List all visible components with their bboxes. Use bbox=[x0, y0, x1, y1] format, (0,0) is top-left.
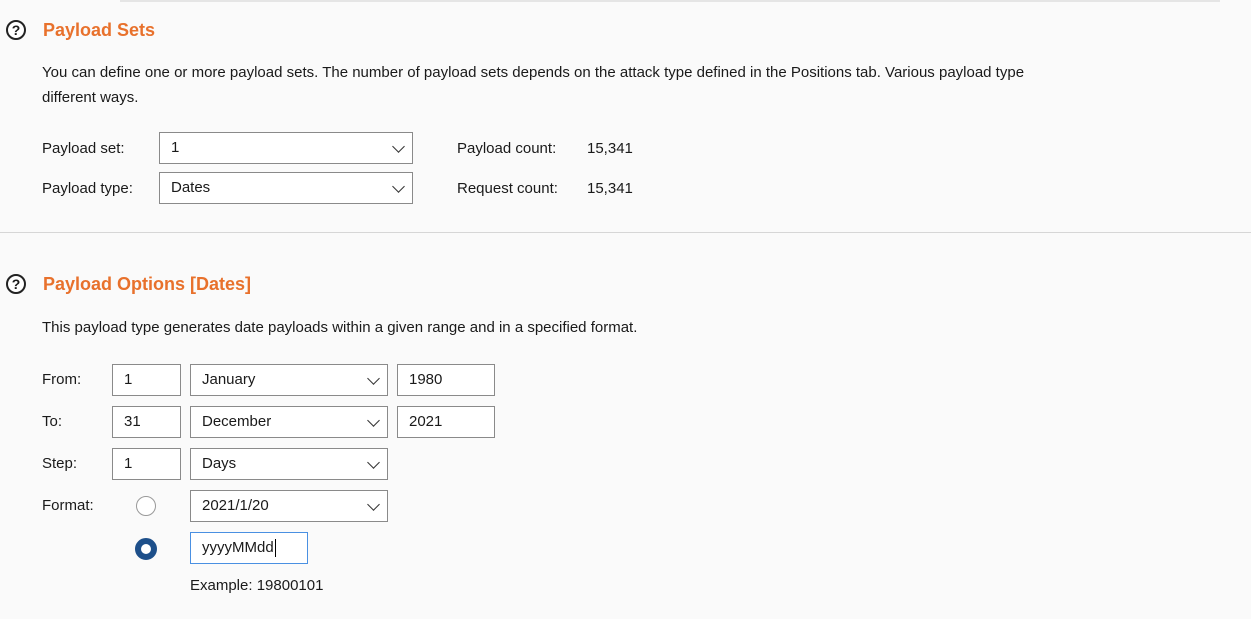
payload-count-label: Payload count: bbox=[457, 140, 557, 157]
to-label: To: bbox=[42, 413, 63, 430]
payload-set-select[interactable]: 1 bbox=[159, 132, 413, 164]
example-value: 19800101 bbox=[256, 577, 324, 594]
payload-sets-description: You can define one or more payload sets.… bbox=[42, 60, 1251, 110]
chevron-down-icon bbox=[367, 456, 380, 469]
format-preset-select[interactable]: 2021/1/20 bbox=[190, 490, 388, 522]
to-month-value: December bbox=[202, 413, 272, 430]
payload-type-label: Payload type: bbox=[42, 180, 133, 197]
step-label: Step: bbox=[42, 455, 78, 472]
format-preset-value: 2021/1/20 bbox=[202, 497, 269, 514]
text-caret bbox=[274, 539, 276, 558]
format-custom-value: yyyyMMdd bbox=[202, 539, 274, 556]
format-preset-radio[interactable] bbox=[136, 496, 156, 516]
request-count-label: Request count: bbox=[457, 180, 558, 197]
from-month-select[interactable]: January bbox=[190, 364, 388, 396]
from-year-input[interactable]: 1980 bbox=[397, 364, 495, 396]
payload-set-label: Payload set: bbox=[42, 140, 125, 157]
from-month-value: January bbox=[202, 371, 256, 388]
to-day-input[interactable]: 31 bbox=[112, 406, 181, 438]
chevron-down-icon bbox=[392, 140, 405, 153]
from-label: From: bbox=[42, 371, 82, 388]
help-question-icon[interactable]: ? bbox=[6, 274, 26, 294]
step-unit-select[interactable]: Days bbox=[190, 448, 388, 480]
chevron-down-icon bbox=[367, 372, 380, 385]
description-line: different ways. bbox=[42, 89, 139, 106]
format-custom-input[interactable]: yyyyMMdd bbox=[190, 532, 308, 564]
payload-type-select[interactable]: Dates bbox=[159, 172, 413, 204]
payload-set-value: 1 bbox=[171, 139, 180, 156]
payload-sets-title: Payload Sets bbox=[43, 20, 156, 40]
request-count-value: 15,341 bbox=[587, 180, 633, 197]
chevron-down-icon bbox=[392, 180, 405, 193]
clipped-header-strip bbox=[120, 0, 1220, 2]
payload-options-description: This payload type generates date payload… bbox=[42, 319, 638, 336]
format-label: Format: bbox=[42, 497, 94, 514]
example-label: Example: bbox=[190, 577, 253, 594]
chevron-down-icon bbox=[367, 498, 380, 511]
description-line: You can define one or more payload sets.… bbox=[42, 64, 1025, 81]
to-year-input[interactable]: 2021 bbox=[397, 406, 495, 438]
payload-options-title: Payload Options [Dates] bbox=[43, 274, 252, 294]
format-example: Example: 19800101 bbox=[190, 577, 323, 594]
format-custom-radio[interactable] bbox=[135, 538, 157, 560]
step-input[interactable]: 1 bbox=[112, 448, 181, 480]
from-day-input[interactable]: 1 bbox=[112, 364, 181, 396]
section-divider bbox=[0, 232, 1251, 233]
help-question-icon[interactable]: ? bbox=[6, 20, 26, 40]
payload-count-value: 15,341 bbox=[587, 140, 633, 157]
to-month-select[interactable]: December bbox=[190, 406, 388, 438]
chevron-down-icon bbox=[367, 414, 380, 427]
step-unit-value: Days bbox=[202, 455, 237, 472]
payload-type-value: Dates bbox=[171, 179, 211, 196]
